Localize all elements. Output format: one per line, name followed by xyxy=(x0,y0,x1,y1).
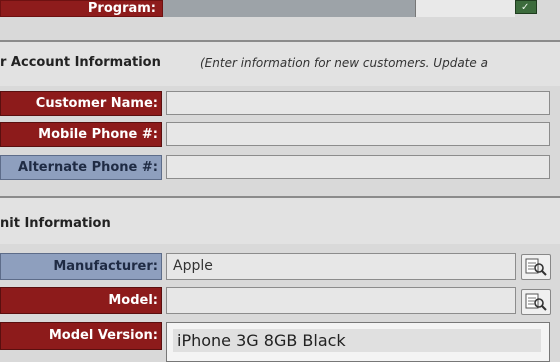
unit-section-header: nit Information xyxy=(0,196,560,244)
model-version-option[interactable]: iPhone 3G 8GB Black xyxy=(173,329,541,352)
program-label: Program: xyxy=(0,0,163,17)
search-list-icon xyxy=(525,293,547,311)
customer-name-label: Customer Name: xyxy=(0,91,162,116)
search-list-icon xyxy=(525,258,547,276)
mobile-phone-label: Mobile Phone #: xyxy=(0,122,162,147)
alternate-phone-label: Alternate Phone #: xyxy=(0,155,162,180)
mobile-phone-field[interactable] xyxy=(166,122,550,146)
customer-name-field[interactable] xyxy=(166,91,550,115)
program-field[interactable] xyxy=(163,0,415,17)
model-version-dropdown[interactable]: iPhone 3G 8GB Black xyxy=(166,322,550,362)
model-lookup-button[interactable] xyxy=(521,289,551,315)
model-version-label: Model Version: xyxy=(0,322,162,350)
model-field[interactable] xyxy=(166,287,516,314)
manufacturer-label: Manufacturer: xyxy=(0,253,162,280)
confirm-button[interactable]: ✓ xyxy=(515,0,537,14)
manufacturer-field[interactable]: Apple xyxy=(166,253,516,280)
manufacturer-lookup-button[interactable] xyxy=(521,254,551,280)
section-title-account: r Account Information xyxy=(0,55,161,70)
program-field-secondary[interactable] xyxy=(415,0,515,17)
alternate-phone-field[interactable] xyxy=(166,155,550,179)
model-label: Model: xyxy=(0,287,162,314)
section-title-unit: nit Information xyxy=(0,216,111,231)
account-section-header: r Account Information (Enter information… xyxy=(0,40,560,86)
check-icon: ✓ xyxy=(521,2,530,13)
section-note-account: (Enter information for new customers. Up… xyxy=(200,56,488,70)
